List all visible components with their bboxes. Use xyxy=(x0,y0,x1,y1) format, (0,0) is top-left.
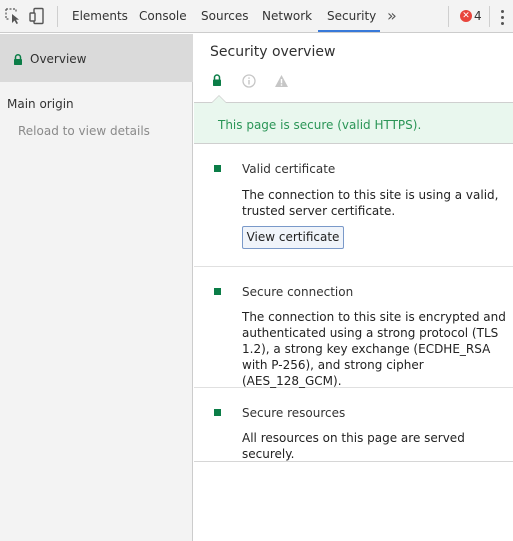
section-description: The connection to this site is encrypted… xyxy=(242,310,506,388)
security-main-panel: Security overview This page is secure (v… xyxy=(194,34,513,541)
toolbar-separator xyxy=(489,6,490,27)
secure-status-icon xyxy=(214,288,221,295)
warning-icon xyxy=(274,74,289,91)
security-summary-banner: This page is secure (valid HTTPS). xyxy=(194,102,513,144)
resources-section: Secure resources All resources on this p… xyxy=(194,388,513,462)
section-title: Secure resources xyxy=(242,406,346,420)
summary-pointer xyxy=(211,95,227,103)
toolbar-separator xyxy=(57,6,58,27)
section-description: All resources on this page are served se… xyxy=(242,431,465,461)
security-summary-text: This page is secure (valid HTTPS). xyxy=(218,118,422,132)
error-count[interactable]: 4 xyxy=(474,0,482,33)
security-sidebar: Overview Main origin Reload to view deta… xyxy=(0,34,193,541)
reload-hint: Reload to view details xyxy=(18,124,150,138)
more-tabs-chevron-icon[interactable]: » xyxy=(387,0,397,33)
view-certificate-button[interactable]: View certificate xyxy=(242,226,344,249)
tab-security[interactable]: Security xyxy=(327,0,376,33)
active-tab-indicator xyxy=(318,30,380,32)
error-icon[interactable]: ✕ xyxy=(460,10,472,22)
toolbar-separator xyxy=(448,6,449,27)
secure-status-icon xyxy=(214,165,221,172)
info-icon xyxy=(242,74,256,91)
tab-sources[interactable]: Sources xyxy=(201,0,248,33)
tab-console[interactable]: Console xyxy=(139,0,187,33)
device-toolbar-icon[interactable] xyxy=(28,7,46,25)
inspect-element-icon[interactable] xyxy=(4,7,22,25)
devtools-toolbar: Elements Console Sources Network Securit… xyxy=(0,0,513,33)
connection-section: Secure connection The connection to this… xyxy=(194,267,513,388)
lock-icon xyxy=(13,54,23,68)
more-options-icon[interactable] xyxy=(497,8,507,26)
sidebar-item-overview[interactable]: Overview xyxy=(0,34,193,82)
tab-network[interactable]: Network xyxy=(262,0,312,33)
page-title: Security overview xyxy=(210,44,336,60)
section-description: The connection to this site is using a v… xyxy=(242,188,499,218)
secure-status-icon xyxy=(214,409,221,416)
lock-icon xyxy=(212,74,222,89)
tab-elements[interactable]: Elements xyxy=(72,0,128,33)
section-title: Secure connection xyxy=(242,285,354,299)
certificate-section: Valid certificate The connection to this… xyxy=(194,145,513,267)
section-title: Valid certificate xyxy=(242,162,336,176)
main-origin-heading: Main origin xyxy=(7,97,74,111)
sidebar-item-label: Overview xyxy=(30,52,87,66)
